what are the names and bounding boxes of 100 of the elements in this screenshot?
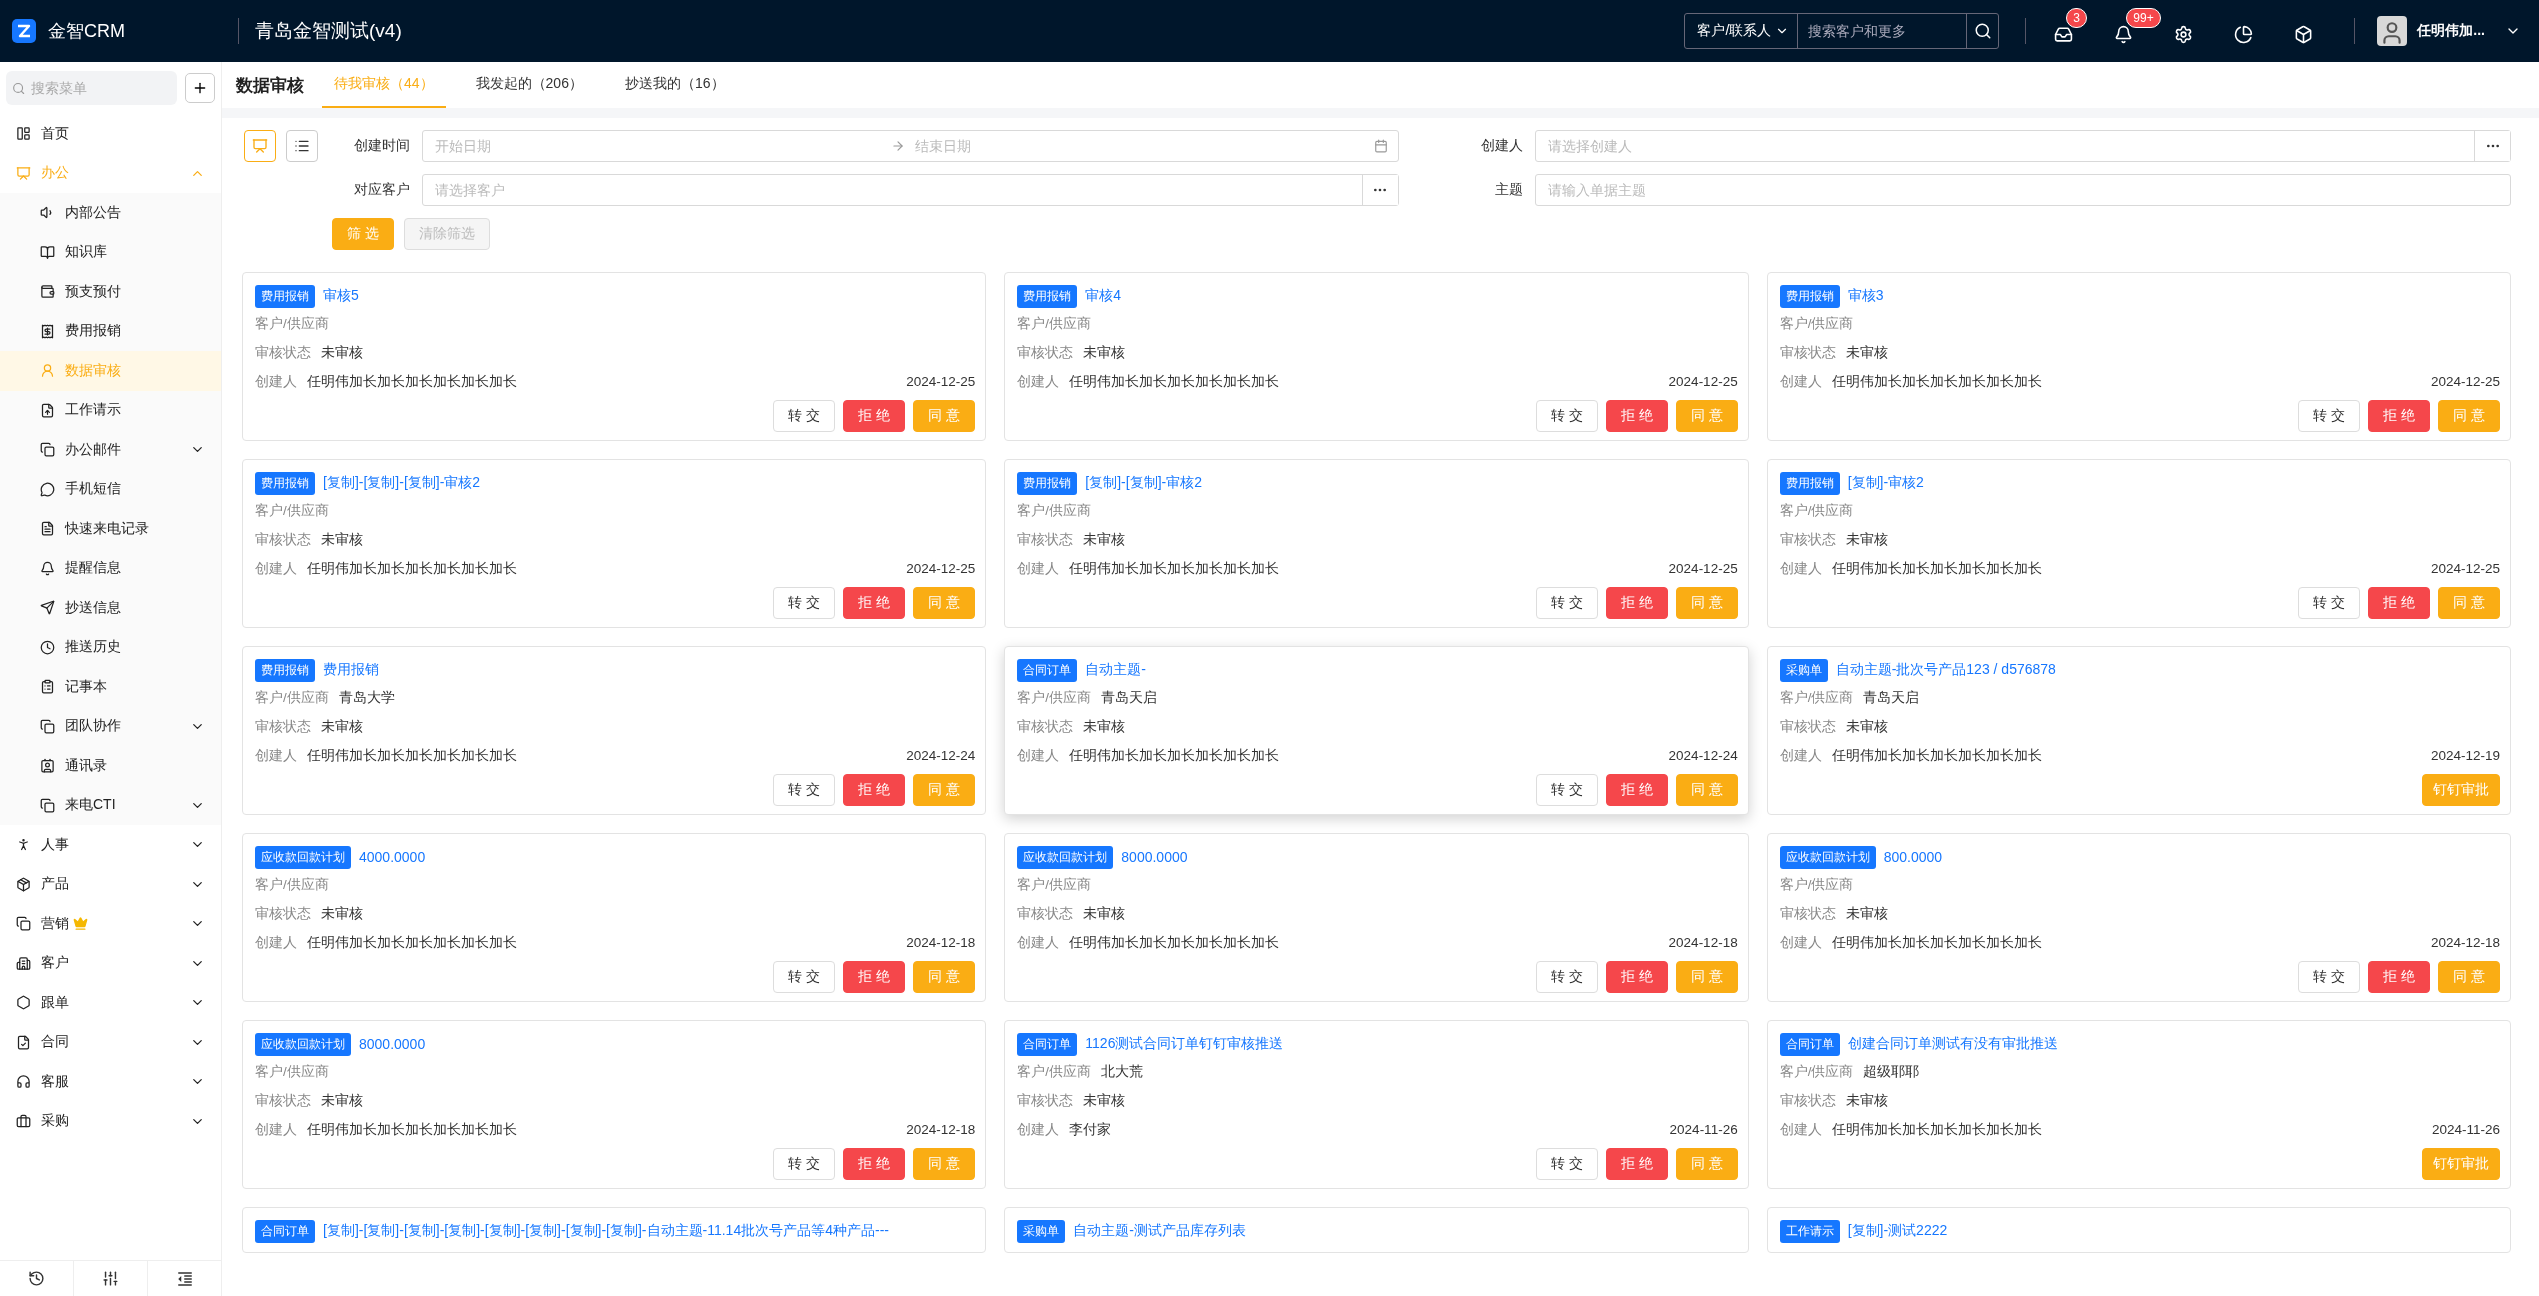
reject-button[interactable]: 拒 绝 [843,400,906,432]
card-title-link[interactable]: [复制]-[复制]-[复制]-审核2 [323,474,481,492]
reject-button[interactable]: 拒 绝 [1605,1148,1668,1180]
reject-button[interactable]: 拒 绝 [2368,400,2430,432]
avatar [2377,16,2408,46]
transfer-button[interactable]: 转 交 [2298,400,2360,432]
menu-item[interactable]: 营销 [0,904,221,944]
tab[interactable]: 抄送我的（16） [612,62,737,108]
search-scope-dropdown[interactable]: 客户/联系人 [1685,14,1799,48]
picker-field[interactable]: 请选择客户 [422,174,1399,206]
menu-item[interactable]: 合同 [0,1022,221,1062]
card-title-link[interactable]: 审核5 [323,287,359,305]
settings-icon [2174,25,2194,44]
add-button[interactable] [185,73,215,103]
card-title-link[interactable]: 审核3 [1847,287,1884,305]
menu-item[interactable]: 内部公告 [0,193,221,233]
menu-item[interactable]: 工作请示 [0,390,221,430]
history-icon [28,1270,45,1287]
menu-item[interactable]: 费用报销 [0,311,221,351]
reject-button[interactable]: 拒 绝 [2368,587,2430,619]
field-label: 客户/供应商 [1017,314,1092,333]
type-tag: 费用报销 [255,471,315,495]
view-toggle-button[interactable] [244,130,276,162]
copy-icon [16,916,31,932]
user-menu[interactable]: 任明伟加... [2371,15,2527,47]
transfer-button[interactable]: 转 交 [773,1148,836,1180]
inbox-button[interactable]: 3 [2042,6,2097,56]
card-title-link[interactable]: 自动主题-测试产品库存列表 [1073,1222,1246,1240]
menu-search-input[interactable]: 搜索菜单 [29,79,171,97]
menu-item[interactable]: 采购 [0,1101,221,1141]
transfer-button[interactable]: 转 交 [1535,774,1598,806]
transfer-button[interactable]: 转 交 [1535,587,1598,619]
reject-button[interactable]: 拒 绝 [843,961,906,993]
menu-item[interactable]: 团队协作 [0,706,221,746]
menu-item[interactable]: 人事 [0,825,221,865]
card-title-link[interactable]: 自动主题- [1085,661,1146,679]
menu-item[interactable]: 手机短信 [0,469,221,509]
global-search-field[interactable]: 客户/联系人 搜索客户和更多 [1684,13,2000,49]
reject-button[interactable]: 拒 绝 [2368,961,2430,993]
menu-item[interactable]: 提醒信息 [0,548,221,588]
transfer-button[interactable]: 转 交 [1535,400,1598,432]
reject-button[interactable]: 拒 绝 [843,774,906,806]
transfer-button[interactable]: 转 交 [2298,961,2360,993]
transfer-button[interactable]: 转 交 [773,774,836,806]
type-tag: 采购单 [1017,1219,1066,1243]
menu-item[interactable]: 通讯录 [0,746,221,786]
user-icon [40,363,55,379]
menu-item[interactable]: 办公邮件 [0,430,221,470]
card-title-link[interactable]: 创建合同订单测试有没有审批推送 [1847,1035,2058,1053]
card-title-link[interactable]: [复制]-[复制]-审核2 [1085,474,1202,492]
hexagon-icon [16,995,31,1011]
menu-item[interactable]: 知识库 [0,232,221,272]
date-range-field[interactable]: 开始日期 结束日期 [422,130,1399,162]
type-tag: 费用报销 [1779,284,1840,308]
subject-field[interactable]: 请输入单据主题 [1534,174,2511,206]
field-label: 审核状态 [1779,717,1836,736]
card-title-link[interactable]: [复制]-测试2222 [1847,1222,1948,1240]
reject-button[interactable]: 拒 绝 [843,1148,906,1180]
transfer-button[interactable]: 转 交 [773,400,836,432]
menu-item[interactable]: 客户 [0,943,221,983]
picker-field[interactable]: 请选择创建人 [1534,130,2511,162]
menu-item[interactable]: 推送历史 [0,627,221,667]
card-title-link[interactable]: 1126测试合同订单钉钉审核推送 [1085,1035,1284,1053]
card-title-link[interactable]: 自动主题-批次号产品123 / d576878 [1835,661,2056,679]
card-title-link[interactable]: [复制]-[复制]-[复制]-[复制]-[复制]-[复制]-[复制]-[复制]-自动主题-11.14批次号产品等4种产品--- [323,1222,889,1240]
reject-button[interactable]: 拒 绝 [1605,774,1668,806]
tab[interactable]: 我发起的（206） [463,62,595,108]
transfer-button[interactable]: 转 交 [1535,961,1598,993]
menu-item[interactable]: 抄送信息 [0,588,221,628]
field-label: 客户/供应商 [1017,875,1092,894]
search-input[interactable]: 搜索客户和更多 [1798,14,1967,48]
card-title-link[interactable]: 8000.0000 [1121,849,1188,865]
transfer-button[interactable]: 转 交 [2298,587,2360,619]
field-label: 创建人 [255,372,297,391]
menu-item[interactable]: 来电CTI [0,785,221,825]
transfer-button[interactable]: 转 交 [773,587,836,619]
card-title-link[interactable]: 审核4 [1085,287,1122,305]
reject-button[interactable]: 拒 绝 [1605,961,1668,993]
field-label: 创建人 [255,933,297,952]
reject-button[interactable]: 拒 绝 [1605,587,1668,619]
card-title-link[interactable]: 4000.0000 [359,849,426,865]
card-title-link[interactable]: 8000.0000 [359,1036,426,1052]
reject-button[interactable]: 拒 绝 [1605,400,1668,432]
menu-item[interactable]: 产品 [0,864,221,904]
menu-item[interactable]: 客服 [0,1062,221,1102]
menu-search-field[interactable]: 搜索菜单 [6,71,177,105]
menu-item[interactable]: 记事本 [0,667,221,707]
menu-item[interactable]: 首页 [0,114,221,154]
transfer-button[interactable]: 转 交 [1535,1148,1598,1180]
card-title-link[interactable]: 费用报销 [323,661,379,679]
card-title-link[interactable]: [复制]-审核2 [1847,474,1924,492]
menu-item[interactable]: 预支预付 [0,272,221,312]
menu-item[interactable]: 快速来电记录 [0,509,221,549]
reject-button[interactable]: 拒 绝 [843,587,906,619]
menu-item[interactable]: 跟单 [0,983,221,1023]
field-label: 审核状态 [1779,343,1836,362]
card-title-link[interactable]: 800.0000 [1883,849,1943,865]
transfer-button[interactable]: 转 交 [773,961,836,993]
view-toggle-button[interactable] [286,130,318,162]
type-tag: 采购单 [1779,658,1828,682]
